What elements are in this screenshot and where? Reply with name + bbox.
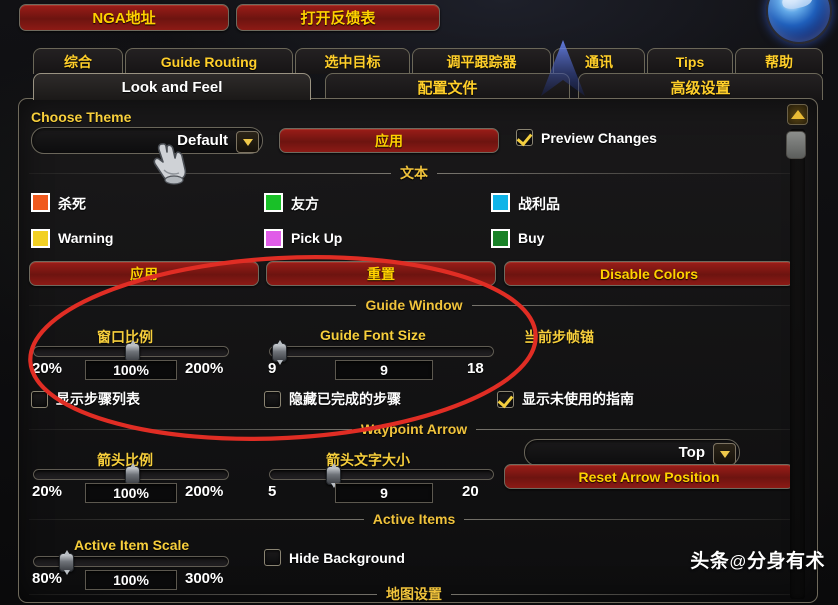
look-and-feel-panel: Choose Theme Default 应用 Preview Changes … <box>18 98 818 603</box>
window-scale-max: 200% <box>185 360 224 377</box>
secondary-tab-bar: Look and Feel 配置文件 高级设置 <box>0 73 838 100</box>
guide-font-size-min: 9 <box>268 360 277 377</box>
disable-colors-button[interactable]: Disable Colors <box>504 261 794 286</box>
hide-completed-steps-checkbox[interactable] <box>264 390 281 408</box>
guide-font-size-value[interactable]: 9 <box>335 360 433 380</box>
tab-guide-routing[interactable]: Guide Routing <box>125 48 293 74</box>
window-scale-value[interactable]: 100% <box>85 360 177 380</box>
scrollbar-track[interactable] <box>790 129 805 599</box>
map-settings-section-header: 地图设置 <box>29 586 799 602</box>
active-items-section-title: Active Items <box>372 511 456 527</box>
waypoint-arrow-section-title: Waypoint Arrow <box>360 421 468 437</box>
text-section-title: 文本 <box>400 165 428 181</box>
watermark-at: @ <box>729 552 747 571</box>
choose-theme-label: Choose Theme <box>31 109 132 125</box>
color-label-warning: Warning <box>58 230 114 246</box>
hide-completed-steps-row[interactable]: 隐藏已完成的步骤 <box>264 389 401 409</box>
arrow-font-size-track[interactable] <box>269 469 494 480</box>
nga-link-button[interactable]: NGA地址 <box>19 4 229 31</box>
arrow-scale-max: 200% <box>185 483 224 500</box>
show-step-list-row[interactable]: 显示步骤列表 <box>31 389 140 409</box>
chevron-down-icon[interactable] <box>236 131 259 153</box>
color-swatch-loot[interactable] <box>491 193 510 212</box>
scroll-up-icon[interactable] <box>787 104 808 125</box>
player-portrait-icon[interactable] <box>766 0 832 44</box>
map-settings-section-title: 地图设置 <box>386 586 442 602</box>
hide-background-label: Hide Background <box>289 549 405 566</box>
guide-font-size-track[interactable] <box>269 346 494 357</box>
color-swatch-pickup[interactable] <box>264 229 283 248</box>
show-unused-guides-row[interactable]: 显示未使用的指南 <box>497 389 634 409</box>
hide-completed-steps-label: 隐藏已完成的步骤 <box>289 391 401 407</box>
tab-look-and-feel[interactable]: Look and Feel <box>33 73 311 100</box>
addon-options-window: NGA地址 打开反馈表 综合 Guide Routing 选中目标 调平跟踪器 … <box>0 0 838 605</box>
tab-profiles[interactable]: 配置文件 <box>325 73 570 100</box>
tab-level-tracker[interactable]: 调平跟踪器 <box>412 48 551 74</box>
color-swatch-buy[interactable] <box>491 229 510 248</box>
watermark: 头条@分身有术 <box>690 546 825 573</box>
watermark-brand: 头条 <box>690 551 730 572</box>
watermark-user: 分身有术 <box>746 551 825 572</box>
arrow-font-size-min: 5 <box>268 483 277 500</box>
color-swatch-friendly[interactable] <box>264 193 283 212</box>
show-unused-guides-checkbox[interactable] <box>497 390 514 408</box>
color-label-buy: Buy <box>518 230 545 246</box>
tab-advanced[interactable]: 高级设置 <box>578 73 823 100</box>
current-step-anchor-value: Top <box>678 444 705 461</box>
guide-window-section-title: Guide Window <box>365 297 463 313</box>
tab-zonghe[interactable]: 综合 <box>33 48 123 74</box>
arrow-font-size-max: 20 <box>462 483 479 500</box>
theme-select-value: Default <box>177 132 228 149</box>
preview-changes-label: Preview Changes <box>541 129 657 146</box>
color-label-friendly: 友方 <box>291 196 319 212</box>
tab-communication[interactable]: 通讯 <box>553 48 645 74</box>
reset-colors-button[interactable]: 重置 <box>266 261 496 286</box>
color-label-kill: 杀死 <box>58 196 86 212</box>
preview-changes-row[interactable]: Preview Changes <box>516 129 657 146</box>
show-step-list-checkbox[interactable] <box>31 390 48 408</box>
waypoint-arrow-section-header: Waypoint Arrow <box>29 421 800 437</box>
top-action-bar: NGA地址 打开反馈表 <box>0 0 838 44</box>
current-step-anchor-label: 当前步帧锚 <box>524 329 594 345</box>
color-label-loot: 战利品 <box>518 196 560 212</box>
window-scale-min: 20% <box>32 360 63 377</box>
tab-select-target[interactable]: 选中目标 <box>295 48 410 74</box>
guide-window-section-header: Guide Window <box>29 297 799 313</box>
show-unused-guides-label: 显示未使用的指南 <box>522 391 634 407</box>
chevron-down-icon[interactable] <box>713 443 736 465</box>
show-step-list-label: 显示步骤列表 <box>56 391 140 407</box>
arrow-scale-min: 20% <box>32 483 63 500</box>
open-feedback-form-button[interactable]: 打开反馈表 <box>236 4 440 31</box>
guide-font-size-max: 18 <box>467 360 484 377</box>
reset-arrow-position-button[interactable]: Reset Arrow Position <box>504 464 794 489</box>
active-item-scale-label: Active Item Scale <box>74 537 190 553</box>
hide-background-row[interactable]: Hide Background <box>264 549 405 566</box>
color-swatch-warning[interactable] <box>31 229 50 248</box>
primary-tab-bar: 综合 Guide Routing 选中目标 调平跟踪器 通讯 Tips 帮助 <box>0 48 838 75</box>
color-swatch-kill[interactable] <box>31 193 50 212</box>
arrow-font-size-value[interactable]: 9 <box>335 483 433 503</box>
theme-select[interactable]: Default <box>31 127 263 154</box>
active-item-scale-max: 300% <box>185 570 224 587</box>
current-step-anchor-select[interactable]: Top <box>524 439 740 466</box>
apply-colors-button[interactable]: 应用 <box>29 261 259 286</box>
preview-changes-checkbox[interactable] <box>516 129 533 146</box>
hide-background-checkbox[interactable] <box>264 549 281 566</box>
tab-help[interactable]: 帮助 <box>735 48 823 74</box>
guide-font-size-label: Guide Font Size <box>320 327 426 343</box>
tab-tips[interactable]: Tips <box>647 48 733 74</box>
arrow-scale-value[interactable]: 100% <box>85 483 177 503</box>
active-items-section-header: Active Items <box>29 511 800 527</box>
active-item-scale-min: 80% <box>32 570 63 587</box>
scrollbar-thumb[interactable] <box>786 131 806 159</box>
text-section-header: 文本 <box>29 165 799 181</box>
apply-theme-button[interactable]: 应用 <box>279 128 499 153</box>
color-label-pickup: Pick Up <box>291 230 343 246</box>
